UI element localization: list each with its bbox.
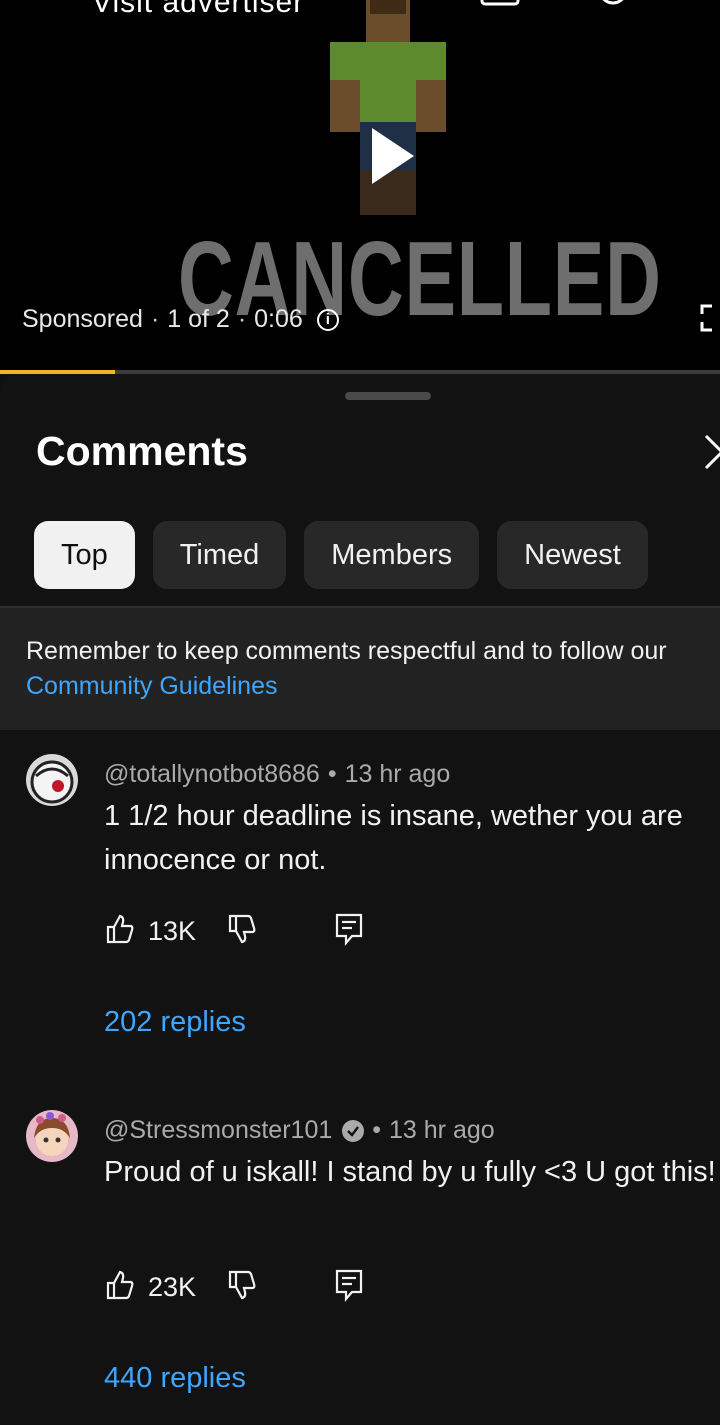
tab-members[interactable]: Members bbox=[304, 521, 480, 589]
captions-icon[interactable] bbox=[480, 0, 520, 19]
ad-time: 0:06 bbox=[254, 305, 303, 333]
fullscreen-icon[interactable] bbox=[700, 304, 720, 337]
comment-actions: 13K bbox=[104, 912, 364, 951]
verified-check-icon bbox=[342, 1119, 365, 1142]
visit-advertiser-link[interactable]: Visit advertiser bbox=[92, 0, 304, 20]
comment-author[interactable]: @totallynotbot8686 bbox=[104, 760, 320, 789]
settings-gear-icon[interactable] bbox=[592, 0, 634, 23]
like-icon[interactable] bbox=[104, 1269, 136, 1306]
like-count: 13K bbox=[148, 916, 197, 946]
comment-time: 13 hr ago bbox=[344, 760, 451, 788]
info-icon[interactable]: i bbox=[316, 308, 339, 331]
like-icon[interactable] bbox=[104, 913, 136, 950]
play-icon[interactable] bbox=[370, 126, 416, 191]
avatar[interactable] bbox=[26, 754, 78, 806]
comment-sort-tabs: Top Timed Members Newest bbox=[34, 521, 648, 589]
comment-time: 13 hr ago bbox=[389, 1116, 495, 1144]
ad-position: 1 of 2 bbox=[167, 305, 230, 333]
dislike-icon[interactable] bbox=[226, 913, 258, 950]
reply-icon[interactable] bbox=[334, 1268, 364, 1307]
ad-meta: Sponsored · 1 of 2 · 0:06 i bbox=[22, 305, 339, 334]
comment-header: @Stressmonster101 • 13 hr ago bbox=[104, 1116, 495, 1145]
avatar[interactable] bbox=[26, 1110, 78, 1162]
comment-header: @totallynotbot8686 • 13 hr ago bbox=[104, 760, 451, 789]
tab-timed[interactable]: Timed bbox=[152, 521, 287, 589]
video-player[interactable]: Visit advertiser CANCELLED Sponsored · 1… bbox=[0, 0, 720, 370]
community-guidelines-link[interactable]: Community Guidelines bbox=[26, 669, 720, 704]
drag-handle[interactable] bbox=[345, 392, 431, 400]
community-notice: Remember to keep comments respectful and… bbox=[0, 608, 720, 730]
comment-actions: 23K bbox=[104, 1268, 364, 1307]
sponsored-label: Sponsored bbox=[22, 305, 143, 333]
like-count: 23K bbox=[148, 1272, 197, 1302]
replies-link[interactable]: 440 replies bbox=[104, 1362, 246, 1395]
comment-text: Proud of u iskall! I stand by u fully <3… bbox=[104, 1156, 716, 1188]
replies-link[interactable]: 202 replies bbox=[104, 1006, 246, 1039]
comment-author[interactable]: @Stressmonster101 bbox=[104, 1116, 332, 1145]
comment-text: 1 1/2 hour deadline is insane, wether yo… bbox=[104, 800, 683, 876]
close-icon[interactable] bbox=[704, 434, 720, 475]
comments-sheet: Comments Top Timed Members Newest Rememb… bbox=[0, 374, 720, 1425]
tab-top[interactable]: Top bbox=[34, 521, 135, 589]
dislike-icon[interactable] bbox=[226, 1269, 258, 1306]
reply-icon[interactable] bbox=[334, 912, 364, 951]
notice-text: Remember to keep comments respectful and… bbox=[26, 637, 667, 665]
comments-title: Comments bbox=[36, 428, 248, 474]
tab-newest[interactable]: Newest bbox=[497, 521, 648, 589]
